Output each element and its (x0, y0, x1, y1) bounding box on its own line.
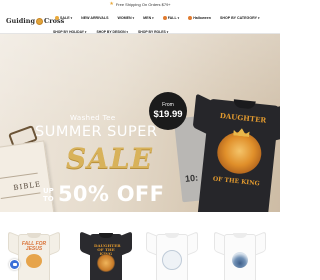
announcement-text: Free Shipping On Orders $79+ (115, 2, 171, 7)
badge-price: $19.99 (153, 109, 183, 120)
header-actions (253, 25, 274, 39)
cart-icon[interactable] (269, 25, 274, 39)
wave-illustration (232, 252, 248, 268)
nav-item-halloween[interactable]: Halloween (188, 16, 211, 20)
hero-banner[interactable]: BIBLE Washed Tee SUMMER SUPER SALE UP TO… (0, 34, 280, 212)
book-rule (0, 192, 41, 199)
nav-label: Halloween (193, 16, 211, 20)
black-tshirt-image: DAUGHTER OF THE KING (184, 87, 280, 212)
product-card[interactable]: FALL FOR JESUS (8, 224, 60, 280)
announcement-bar: ★ Free Shipping On Orders $79+ (0, 0, 280, 9)
nav-item-fall[interactable]: FALL ▾ (162, 16, 180, 20)
primary-nav: SALE ▾ NEW ARRIVALS WOMEN ▾ MEN ▾ FALL ▾… (55, 16, 260, 20)
product-image (146, 228, 198, 280)
pumpkin-icon (188, 16, 193, 20)
price-badge: From $19.99 (149, 92, 187, 130)
product-image: FALL FOR JESUS (8, 228, 60, 280)
product-grid: FALL FOR JESUS DAUGHTER OF THE KING (0, 224, 280, 280)
book-title: BIBLE (12, 180, 42, 193)
nav-label: MEN (143, 16, 152, 20)
lion-illustration (97, 254, 115, 272)
chevron-down-icon: ▾ (177, 16, 180, 20)
bow-illustration (26, 254, 42, 268)
star-icon: ★ (109, 1, 114, 7)
account-icon[interactable] (261, 25, 266, 39)
sun-badge-icon (55, 16, 59, 20)
circle-print-illustration (162, 250, 182, 270)
nav-item-men[interactable]: MEN ▾ (143, 16, 154, 20)
book-rule (0, 172, 38, 180)
site-header: Guiding Cross SALE ▾ NEW ARRIVALS WOMEN … (0, 10, 280, 39)
product-card[interactable]: DAUGHTER OF THE KING (80, 224, 132, 280)
sun-icon (36, 17, 44, 25)
chevron-down-icon: ▾ (152, 16, 154, 20)
nav-item-shop-by-category[interactable]: SHOP BY CATEGORY ▾ (220, 16, 260, 20)
product-card[interactable] (214, 224, 266, 280)
nav-label: FALL (167, 16, 177, 20)
nav-item-sale[interactable]: SALE ▾ (55, 16, 72, 20)
badge-from: From (162, 102, 174, 108)
leaf-icon (162, 16, 167, 20)
product-image: DAUGHTER OF THE KING (80, 228, 132, 280)
nav-label: NEW ARRIVALS (81, 16, 109, 20)
chevron-down-icon: ▾ (132, 16, 135, 20)
hero-sale-text: SALE (66, 142, 153, 175)
search-icon[interactable] (253, 25, 258, 38)
nav-label: SALE (60, 16, 70, 20)
product-print-text: FALL FOR JESUS (21, 241, 47, 252)
logo-text-left: Guiding (6, 17, 36, 25)
hero-headline: SUMMER SUPER (35, 124, 158, 140)
chat-widget-icon[interactable] (9, 259, 20, 270)
nav-label: WOMEN (117, 16, 132, 20)
nav-item-women[interactable]: WOMEN ▾ (117, 16, 134, 20)
product-card[interactable] (146, 224, 198, 280)
chevron-down-icon: ▾ (70, 16, 73, 20)
hero-discount: 50% OFF (58, 182, 165, 206)
chevron-down-icon: ▾ (257, 16, 260, 20)
product-image (214, 228, 266, 280)
nav-item-new-arrivals[interactable]: NEW ARRIVALS (81, 16, 108, 20)
hero-eyebrow: Washed Tee (70, 114, 116, 122)
nav-label: SHOP BY CATEGORY (219, 16, 257, 20)
